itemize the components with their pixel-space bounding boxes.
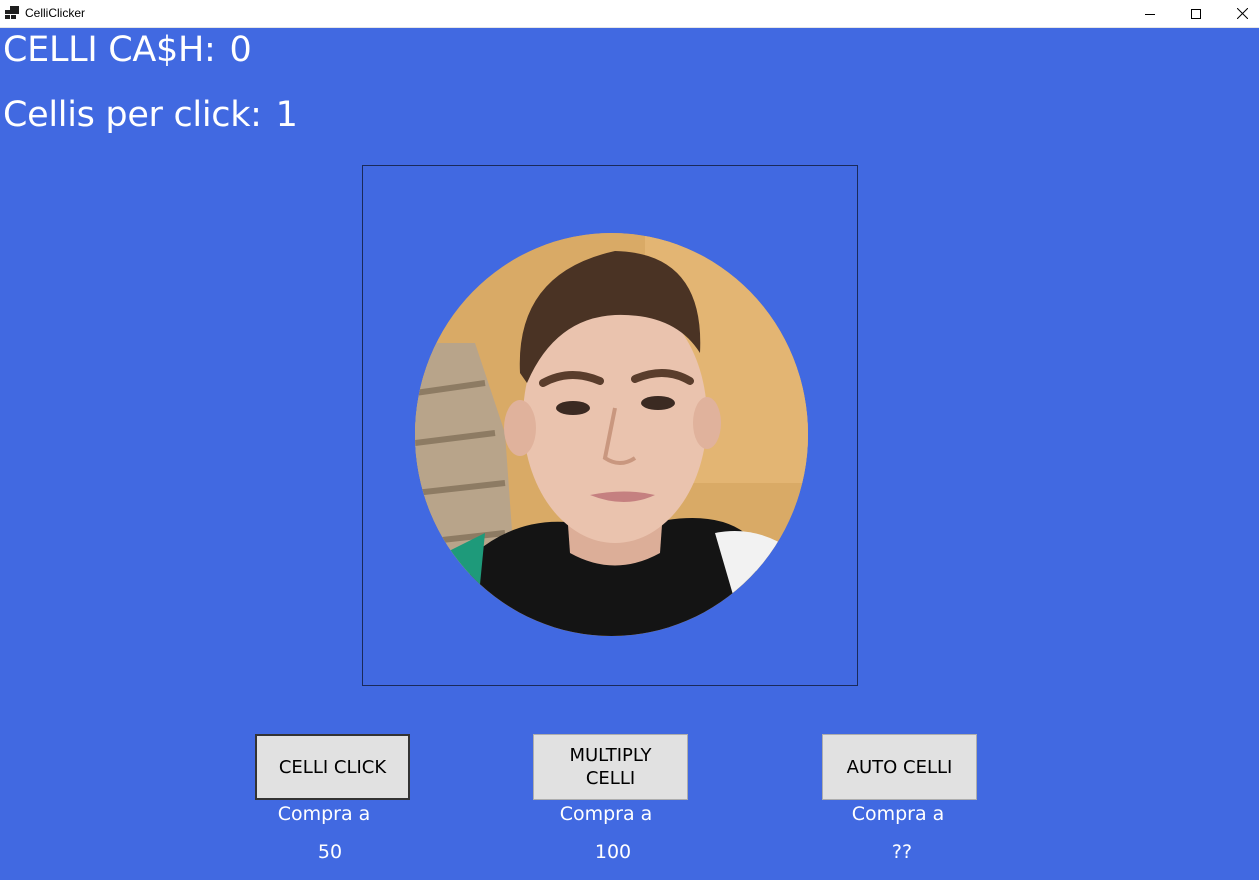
close-button[interactable] xyxy=(1219,0,1259,27)
maximize-button[interactable] xyxy=(1173,0,1219,27)
per-click-value: 1 xyxy=(275,95,298,135)
cash-display: CELLI CA$H: 0 xyxy=(3,30,252,70)
cash-label: CELLI CA$H: xyxy=(3,30,216,70)
cash-value: 0 xyxy=(229,30,252,70)
celli-click-price-label: Compra a xyxy=(277,803,371,825)
maximize-icon xyxy=(1191,8,1201,19)
app-window-icon xyxy=(5,6,19,19)
clicker-image-frame xyxy=(362,165,858,686)
multiply-celli-price: 100 xyxy=(594,841,632,863)
auto-celli-price: ?? xyxy=(891,841,913,863)
auto-celli-button[interactable]: AUTO CELLI xyxy=(822,734,977,800)
celli-click-price: 50 xyxy=(317,841,343,863)
close-icon xyxy=(1236,8,1248,19)
multiply-celli-button[interactable]: MULTIPLY CELLI xyxy=(533,734,688,800)
window-title: CelliClicker xyxy=(25,6,86,20)
minimize-button[interactable] xyxy=(1127,0,1173,27)
minimize-icon xyxy=(1145,13,1155,15)
per-click-display: Cellis per click: 1 xyxy=(3,95,298,135)
per-click-label: Cellis per click: xyxy=(3,95,262,135)
auto-celli-price-label: Compra a xyxy=(851,803,945,825)
celli-click-button[interactable]: CELLI CLICK xyxy=(255,734,410,800)
celli-face-image[interactable] xyxy=(415,233,808,636)
title-bar: CelliClicker xyxy=(0,0,1259,28)
multiply-celli-price-label: Compra a xyxy=(559,803,653,825)
multiply-celli-button-label: MULTIPLY CELLI xyxy=(569,745,652,789)
